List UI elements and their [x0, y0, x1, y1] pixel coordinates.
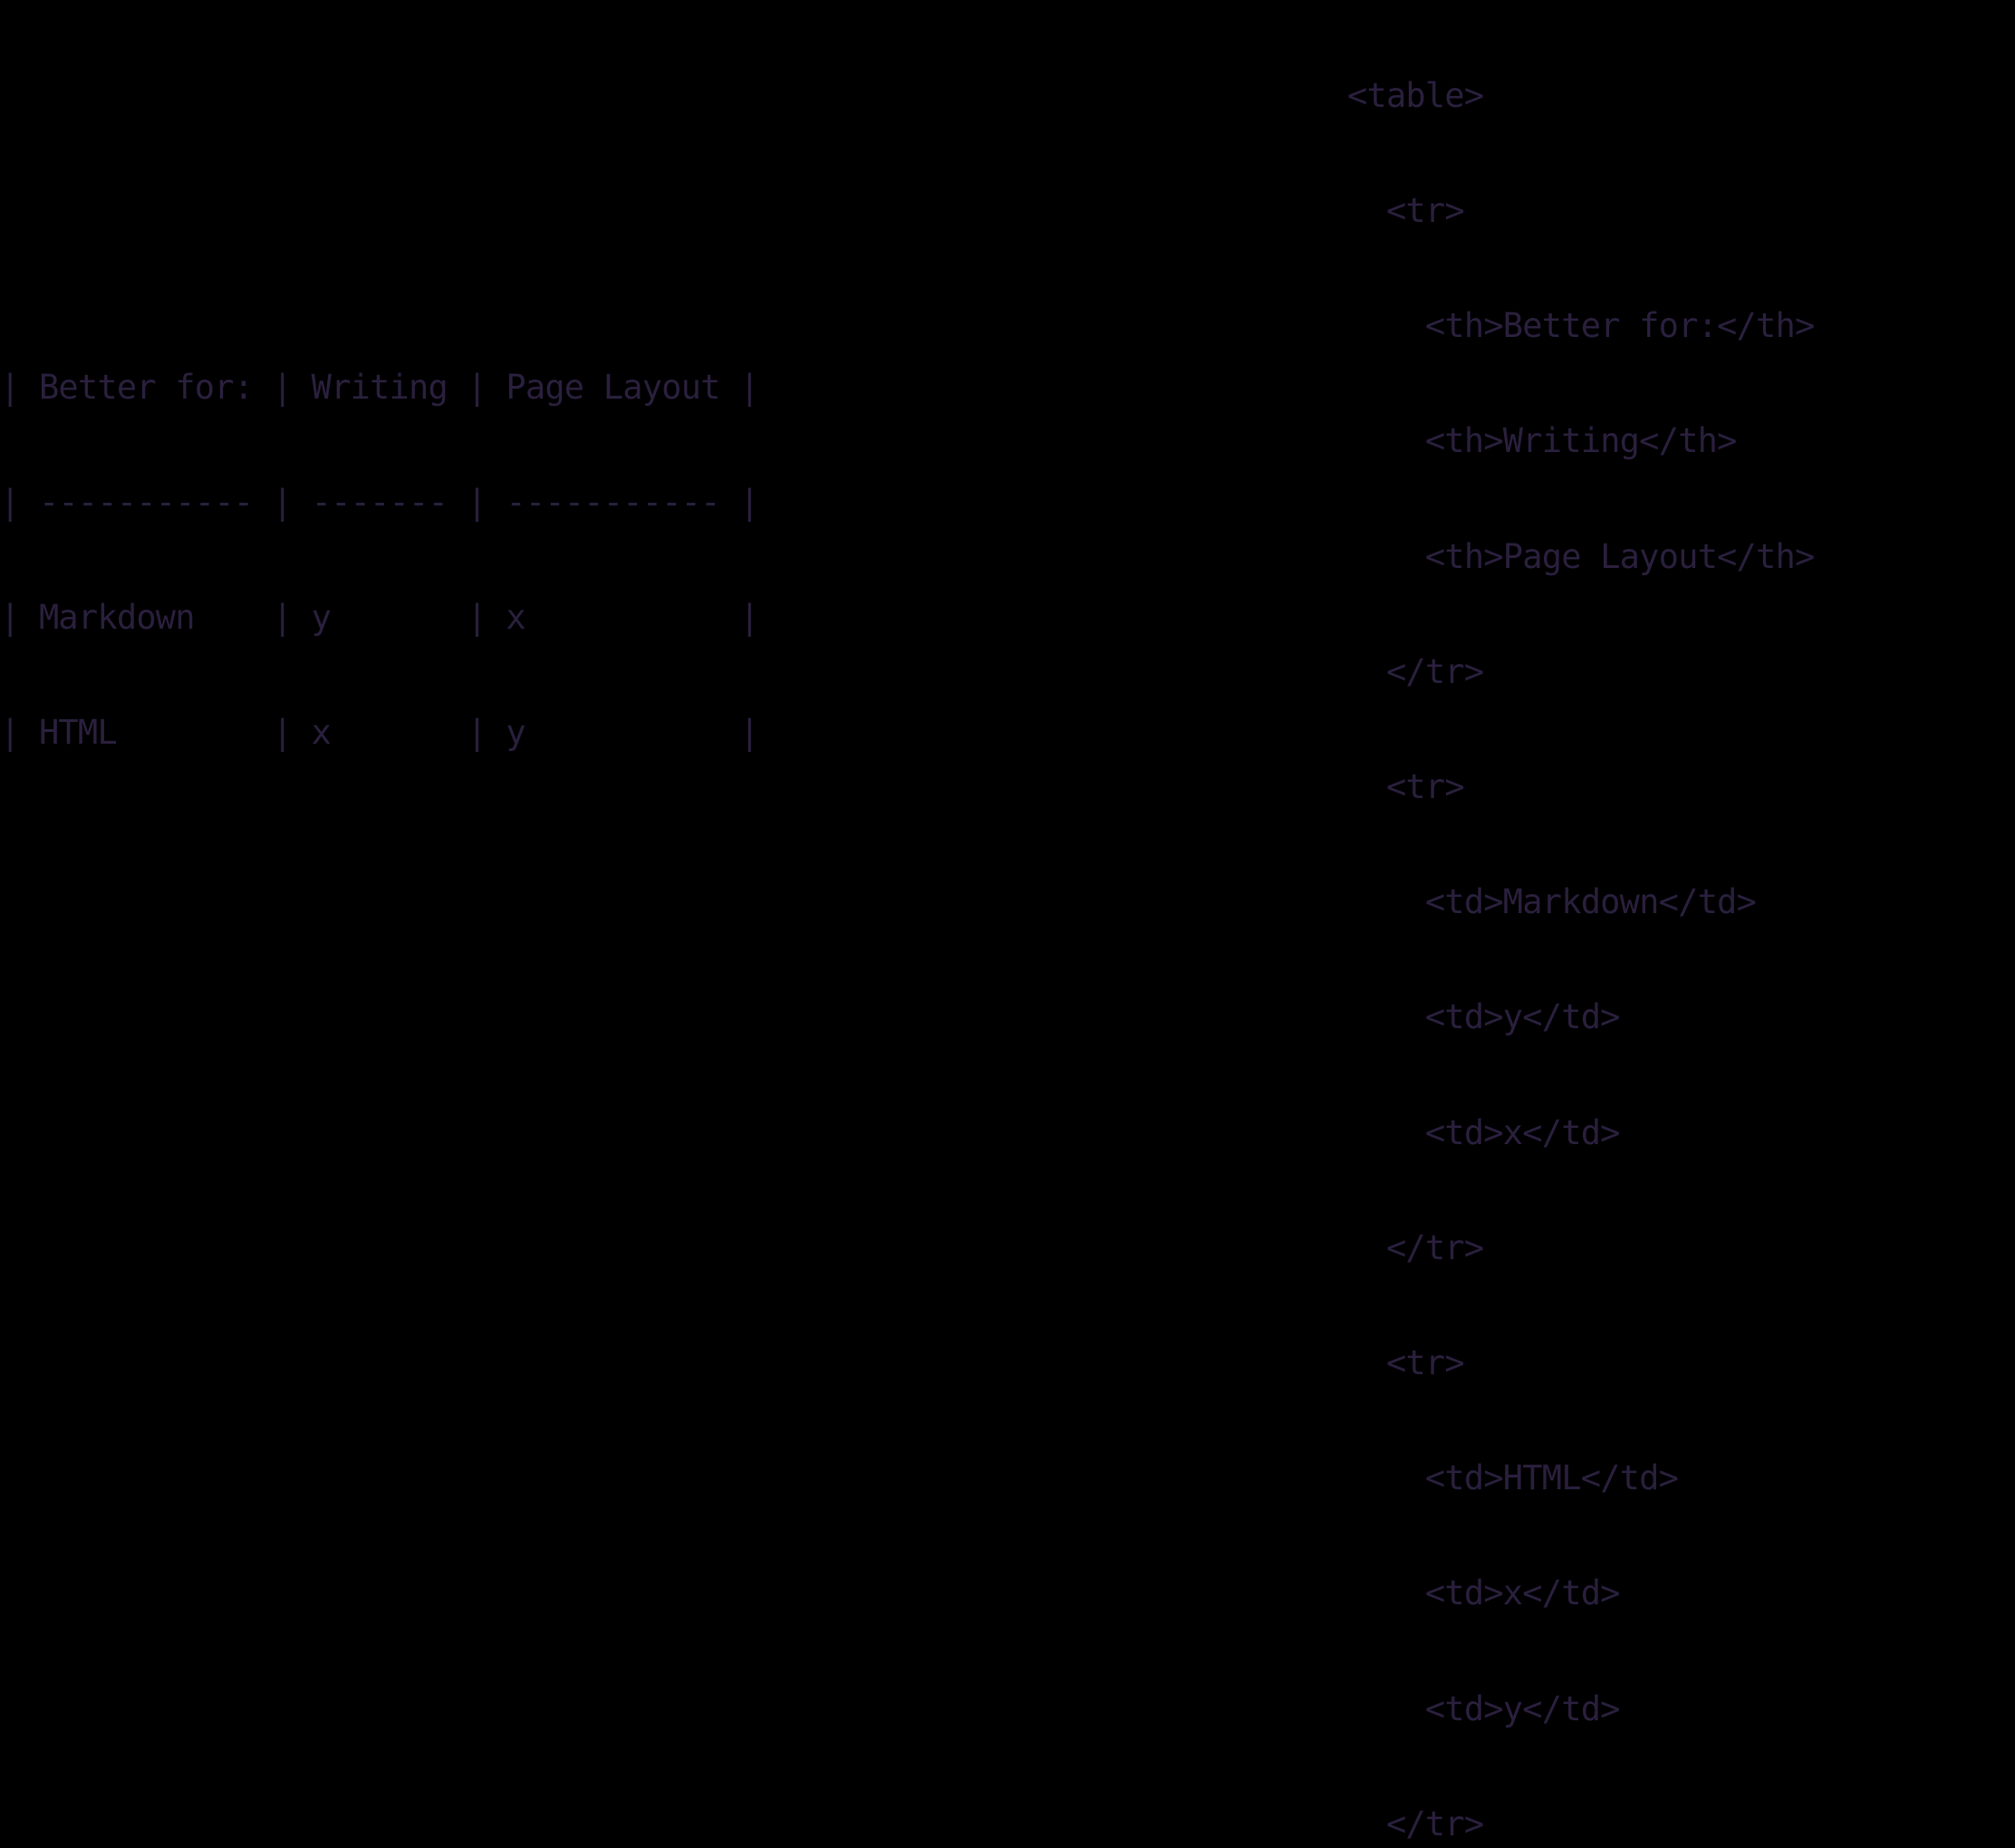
markdown-data-row: | HTML | x | y |: [0, 713, 759, 753]
code-line-tr-open: <tr>: [1347, 767, 1465, 807]
code-line-td-markdown: <td>Markdown</td>: [1347, 882, 1757, 922]
code-line-th-better-for: <th>Better for:</th>: [1347, 306, 1815, 346]
markdown-table-source: | Better for: | Writing | Page Layout | …: [0, 292, 1069, 830]
page-root: | Better for: | Writing | Page Layout | …: [0, 0, 2015, 1843]
code-line-td-x: <td>x</td>: [1347, 1112, 1621, 1152]
code-line-th-writing: <th>Writing</th>: [1347, 421, 1737, 461]
markdown-data-row: | Markdown | y | x |: [0, 598, 759, 638]
code-line-tr-open: <tr>: [1347, 1343, 1465, 1383]
code-line-tr-close: </tr>: [1347, 651, 1484, 691]
code-line-td-x: <td>x</td>: [1347, 1574, 1621, 1613]
html-table-source: <table> <tr> <th>Better for:</th> <th>Wr…: [1347, 0, 2015, 1848]
code-line-tr-close: </tr>: [1347, 1804, 1484, 1843]
code-line-th-page-layout: <th>Page Layout</th>: [1347, 536, 1815, 576]
code-line-td-y: <td>y</td>: [1347, 1689, 1621, 1728]
code-line-td-html: <td>HTML</td>: [1347, 1458, 1679, 1498]
code-line-tr-open: <tr>: [1347, 191, 1465, 231]
markdown-separator-row: | ----------- | ------- | ----------- |: [0, 483, 759, 523]
code-line-table-open: <table>: [1347, 75, 1484, 115]
code-line-tr-close: </tr>: [1347, 1227, 1484, 1267]
markdown-header-row: | Better for: | Writing | Page Layout |: [0, 367, 759, 407]
code-line-td-y: <td>y</td>: [1347, 997, 1621, 1037]
